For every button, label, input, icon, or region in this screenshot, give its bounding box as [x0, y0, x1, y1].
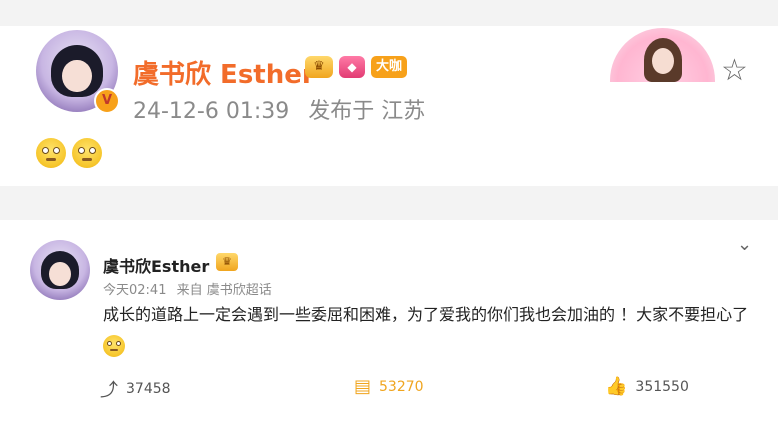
share-button[interactable]: ⤴ 37458: [100, 376, 171, 402]
post-timestamp: 24-12-6 01:39: [133, 99, 290, 124]
comment-text: 成长的道路上一定会遇到一些委屈和困难，为了爱我的你们我也会加油的 ！大家不要担心…: [103, 300, 753, 360]
comment-source[interactable]: 来自 虞书欣超话: [177, 283, 272, 298]
post-card: V 虞书欣 Esther ♛ ◆ 大咖 24-12-6 01:39 发布于 江苏…: [0, 26, 778, 186]
comment-author-name[interactable]: 虞书欣Esther: [103, 253, 209, 277]
like-count: 351550: [635, 378, 689, 395]
author-badges: ♛ ◆ 大咖: [305, 56, 408, 78]
avatar-image: [30, 240, 90, 300]
post-emoji-content: [36, 138, 102, 168]
chevron-down-icon[interactable]: ⌄: [737, 234, 752, 255]
post-location: 发布于 江苏: [308, 99, 426, 124]
emoji-icon: [72, 138, 102, 168]
thumbs-up-icon: 👍: [605, 376, 628, 397]
star-icon[interactable]: ☆: [721, 53, 748, 88]
author-name[interactable]: 虞书欣 Esther: [133, 54, 315, 91]
emoji-icon: [36, 138, 66, 168]
big-v-badge[interactable]: 大咖: [371, 56, 408, 78]
share-icon: ⤴: [100, 380, 118, 401]
like-button[interactable]: 👍 351550: [605, 376, 689, 397]
action-bar: ⤴ 37458 ▤ 53270 👍 351550: [0, 376, 778, 402]
crown-badge-icon[interactable]: ♛: [216, 253, 238, 271]
comment-author-avatar[interactable]: [30, 240, 90, 300]
comment-card: 虞书欣Esther ♛ 今天02:41 来自 虞书欣超话 ⌄ 成长的道路上一定会…: [0, 220, 778, 424]
comment-count: 53270: [379, 378, 424, 395]
comment-icon: ▤: [354, 376, 372, 397]
author-avatar[interactable]: V: [36, 30, 120, 114]
comment-body: 成长的道路上一定会遇到一些委屈和困难，为了爱我的你们我也会加油的 ！大家不要担心…: [103, 305, 749, 324]
comment-meta: 今天02:41 来自 虞书欣超话: [103, 279, 272, 298]
share-count: 37458: [126, 381, 171, 397]
v-verified-badge-icon: V: [94, 88, 120, 114]
gem-badge-icon[interactable]: ◆: [339, 56, 365, 78]
comment-button[interactable]: ▤ 53270: [354, 376, 424, 397]
emoji-icon: [103, 334, 125, 357]
post-meta: 24-12-6 01:39 发布于 江苏: [133, 93, 425, 125]
crown-badge-icon[interactable]: ♛: [305, 56, 333, 78]
profile-banner-image[interactable]: [610, 28, 715, 82]
comment-time: 今天02:41: [103, 283, 167, 298]
